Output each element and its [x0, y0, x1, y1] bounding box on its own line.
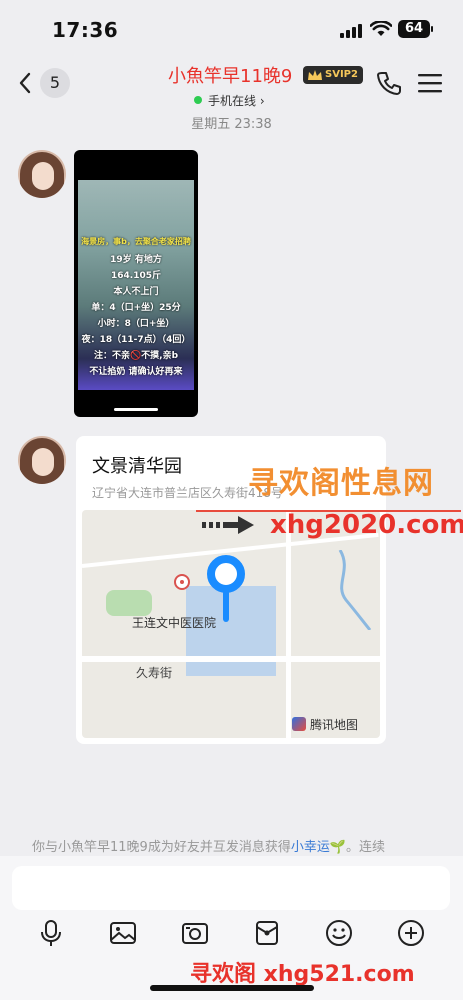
system-message-tail: 🌱。连续 — [329, 840, 386, 855]
message-input[interactable] — [12, 866, 450, 910]
video-overlay-text: 19岁 有地方 — [110, 255, 162, 265]
watermark-text: 寻欢阁性息网 — [248, 466, 434, 501]
chat-header: 5 小魚竿早11晚9 SVIP2 手机在线 › — [0, 58, 463, 108]
system-message-text: 你与小魚竿早11晚9成为好友并互发消息获得 — [32, 840, 291, 855]
image-icon[interactable] — [108, 918, 138, 948]
system-message: 你与小魚竿早11晚9成为好友并互发消息获得小幸运🌱。连续 — [32, 836, 385, 855]
hospital-icon — [174, 574, 190, 590]
location-name: 文景清华园 — [92, 456, 182, 477]
back-button[interactable]: 5 — [18, 68, 70, 98]
online-dot-icon — [194, 96, 202, 104]
clock: 17:36 — [52, 18, 119, 42]
video-message[interactable]: 海景房，事b，去聚合老家招聘 19岁 有地方 164.105斤 本人不上门 单：… — [74, 150, 198, 417]
vip-badge: SVIP2 — [303, 66, 363, 84]
emoji-icon[interactable] — [324, 918, 354, 948]
online-status-label: 手机在线 › — [208, 94, 265, 108]
tencent-map-icon — [292, 717, 306, 731]
battery-indicator: 64 — [398, 20, 430, 38]
chat-title: 小魚竿早11晚9 — [168, 66, 293, 87]
vip-badge-label: SVIP2 — [325, 69, 358, 80]
arrow-icon — [202, 516, 254, 534]
menu-icon[interactable] — [418, 72, 442, 94]
map-provider-label: 腾讯地图 — [310, 718, 359, 732]
system-message-link[interactable]: 小幸运 — [291, 840, 330, 855]
video-overlay-text: 不让掐奶 请确认好再来 — [89, 367, 183, 377]
microphone-icon[interactable] — [36, 918, 66, 948]
plus-icon[interactable] — [396, 918, 426, 948]
watermark-url: xhg2020.com — [270, 510, 463, 540]
video-progress-handle — [114, 408, 158, 411]
location-pin-icon — [207, 555, 245, 622]
contact-avatar[interactable] — [18, 150, 66, 198]
video-overlay-text: 海景房，事b，去聚合老家招聘 — [81, 237, 191, 246]
camera-icon[interactable] — [180, 918, 210, 948]
video-overlay-text: 注：不亲🚫不摸,亲b — [93, 351, 179, 361]
map-road — [82, 656, 380, 662]
watermark-url: 寻欢阁 xhg521.com — [190, 962, 415, 987]
video-overlay-text: 小时：8（口+坐） — [97, 319, 175, 329]
cellular-signal-icon — [340, 24, 362, 38]
video-overlay-text: 本人不上门 — [113, 287, 159, 297]
video-overlay-text: 164.105斤 — [111, 271, 161, 281]
contact-avatar[interactable] — [18, 436, 66, 484]
map-park — [106, 590, 152, 616]
message-timestamp: 星期五 23:38 — [191, 117, 272, 132]
status-bar: 17:36 64 — [0, 0, 463, 58]
map-poi-label: 王连文中医医院 — [132, 616, 217, 630]
unread-count-badge: 5 — [40, 68, 70, 98]
map-street-label: 久寿街 — [136, 666, 173, 680]
online-status[interactable]: 手机在线 › — [194, 92, 265, 109]
avatar-face — [32, 162, 54, 190]
wifi-icon — [370, 21, 392, 36]
map-river — [338, 550, 372, 630]
red-packet-icon[interactable] — [252, 918, 282, 948]
map-preview[interactable]: 王连文中医医院 久寿街 腾讯地图 — [82, 510, 380, 738]
map-road — [286, 510, 291, 738]
home-indicator[interactable] — [150, 985, 314, 991]
avatar-face — [32, 448, 54, 476]
video-overlay-text: 夜：18（11-7点）（4回） — [81, 335, 191, 345]
phone-call-icon[interactable] — [376, 70, 402, 96]
map-provider: 腾讯地图 — [292, 716, 358, 733]
chevron-left-icon — [19, 72, 31, 94]
video-overlay-text: 单：4（口+坐）25分 — [91, 303, 181, 313]
crown-icon — [308, 70, 322, 80]
battery-tip — [431, 26, 433, 32]
